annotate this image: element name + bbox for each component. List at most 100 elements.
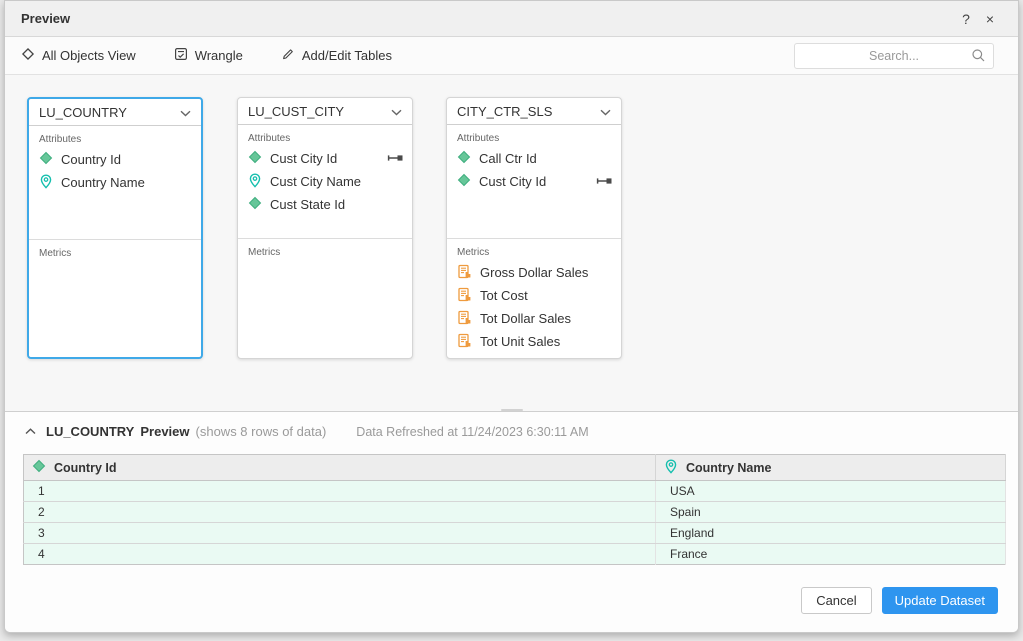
metric-item[interactable]: Tot Cost: [447, 284, 621, 307]
data-refreshed-text: Data Refreshed at 11/24/2023 6:30:11 AM: [356, 425, 588, 439]
attribute-id-icon: [248, 196, 262, 213]
attribute-section-label: Attributes: [447, 131, 621, 147]
geo-attribute-icon: [248, 173, 262, 191]
metric-item[interactable]: Gross Dollar Sales: [447, 261, 621, 284]
search-icon[interactable]: [971, 48, 986, 68]
geo-attribute-icon: [664, 459, 678, 477]
attribute-id-icon: [457, 150, 471, 167]
table-name: CITY_CTR_SLS: [457, 104, 552, 119]
table-row: 1USA: [24, 481, 1006, 502]
preview-table-name: LU_COUNTRY: [46, 424, 134, 439]
attribute-item-label: Cust State Id: [270, 197, 404, 212]
metric-item[interactable]: Tot Dollar Sales: [447, 307, 621, 330]
table-cell: 1: [24, 481, 656, 502]
table-card-lu_cust_city[interactable]: LU_CUST_CITY Attributes Cust City Id Cust C…: [237, 97, 413, 359]
table-card-header[interactable]: LU_COUNTRY: [29, 99, 201, 126]
attribute-section: Attributes Call Ctr Id Cust City Id: [447, 125, 621, 239]
table-cell: 2: [24, 502, 656, 523]
table-card-city_ctr_sls[interactable]: CITY_CTR_SLS Attributes Call Ctr Id Cust Ci…: [446, 97, 622, 359]
metric-section-label: Metrics: [238, 245, 412, 261]
attribute-item[interactable]: Cust City Id: [447, 170, 621, 193]
tool-label: All Objects View: [42, 48, 136, 63]
metric-item[interactable]: Tot Unit Sales: [447, 330, 621, 353]
attribute-item-label: Cust City Id: [270, 151, 378, 166]
table-cell: England: [656, 523, 1006, 544]
table-card-header[interactable]: CITY_CTR_SLS: [447, 98, 621, 125]
preview-data-table: Country Id Country Name 1USA2Spain3England…: [23, 454, 1006, 565]
metric-icon: [457, 333, 472, 351]
column-header-label: Country Id: [54, 461, 117, 475]
chevron-down-icon: [180, 105, 191, 120]
attribute-item[interactable]: Cust State Id: [238, 193, 412, 216]
wrangle-button[interactable]: Wrangle: [174, 47, 243, 64]
table-cell: USA: [656, 481, 1006, 502]
metric-icon: [457, 264, 472, 282]
close-icon[interactable]: ×: [978, 11, 1002, 27]
wrangle-icon: [174, 47, 188, 64]
collapse-caret-icon[interactable]: [25, 428, 36, 435]
column-header-label: Country Name: [686, 461, 771, 475]
join-icon: [386, 151, 404, 166]
metric-item-label: Gross Dollar Sales: [480, 265, 613, 280]
tool-label: Add/Edit Tables: [302, 48, 392, 63]
geo-attribute-icon: [39, 174, 53, 192]
tool-label: Wrangle: [195, 48, 243, 63]
dialog-footer: Cancel Update Dataset: [801, 587, 998, 614]
attribute-item[interactable]: Cust City Id: [238, 147, 412, 170]
preview-rows-note: (shows 8 rows of data): [196, 424, 327, 439]
attribute-id-icon: [248, 150, 262, 167]
attribute-item-label: Cust City Name: [270, 174, 404, 189]
table-card-lu_country[interactable]: LU_COUNTRY Attributes Country Id Country Na…: [27, 97, 203, 359]
chevron-down-icon: [391, 104, 402, 119]
chevron-down-icon: [600, 104, 611, 119]
metric-section: Metrics: [29, 240, 201, 357]
add-edit-tables-button[interactable]: Add/Edit Tables: [281, 47, 392, 64]
attribute-item-label: Call Ctr Id: [479, 151, 613, 166]
preview-panel: LU_COUNTRY Preview (shows 8 rows of data…: [5, 412, 1018, 632]
search-box: [794, 43, 994, 69]
preview-label: Preview: [140, 424, 189, 439]
metric-icon: [457, 287, 472, 305]
attribute-item-label: Cust City Id: [479, 174, 587, 189]
metric-section: Metrics Gross Dollar Sales Tot Cost Tot Dol…: [447, 239, 621, 358]
pencil-icon: [281, 47, 295, 64]
table-card-header[interactable]: LU_CUST_CITY: [238, 98, 412, 125]
cancel-button[interactable]: Cancel: [801, 587, 871, 614]
attribute-item-label: Country Id: [61, 152, 193, 167]
metric-section-label: Metrics: [29, 246, 201, 262]
attribute-item-label: Country Name: [61, 175, 193, 190]
attribute-item[interactable]: Country Id: [29, 148, 201, 171]
table-row: 4France: [24, 544, 1006, 565]
metric-icon: [457, 310, 472, 328]
attribute-item[interactable]: Cust City Name: [238, 170, 412, 193]
diamond-outline-icon: [21, 47, 35, 64]
tables-canvas: LU_COUNTRY Attributes Country Id Country Na…: [5, 75, 1018, 411]
table-cell: Spain: [656, 502, 1006, 523]
table-cell: 3: [24, 523, 656, 544]
dialog-title: Preview: [21, 11, 70, 26]
metric-section-label: Metrics: [447, 245, 621, 261]
attribute-item[interactable]: Country Name: [29, 171, 201, 194]
attribute-item[interactable]: Call Ctr Id: [447, 147, 621, 170]
attribute-id-icon: [39, 151, 53, 168]
table-row: 3England: [24, 523, 1006, 544]
preview-header: LU_COUNTRY Preview (shows 8 rows of data…: [5, 412, 1018, 439]
update-dataset-button[interactable]: Update Dataset: [882, 587, 998, 614]
preview-dialog: Preview ? × All Objects View Wrangle Add…: [4, 0, 1019, 633]
attribute-id-icon: [32, 459, 46, 476]
table-cell: France: [656, 544, 1006, 565]
help-icon[interactable]: ?: [954, 11, 978, 27]
metric-item-label: Tot Unit Sales: [480, 334, 613, 349]
attribute-section-label: Attributes: [29, 132, 201, 148]
metric-section: Metrics: [238, 239, 412, 358]
metric-item-label: Tot Dollar Sales: [480, 311, 613, 326]
table-cell: 4: [24, 544, 656, 565]
attribute-section-label: Attributes: [238, 131, 412, 147]
column-header: Country Id: [24, 455, 656, 481]
all-objects-view-button[interactable]: All Objects View: [21, 47, 136, 64]
title-bar: Preview ? ×: [5, 1, 1018, 37]
toolbar: All Objects View Wrangle Add/Edit Tables: [5, 37, 1018, 75]
attribute-section: Attributes Country Id Country Name: [29, 126, 201, 240]
search-input[interactable]: [794, 43, 994, 69]
join-icon: [595, 174, 613, 189]
